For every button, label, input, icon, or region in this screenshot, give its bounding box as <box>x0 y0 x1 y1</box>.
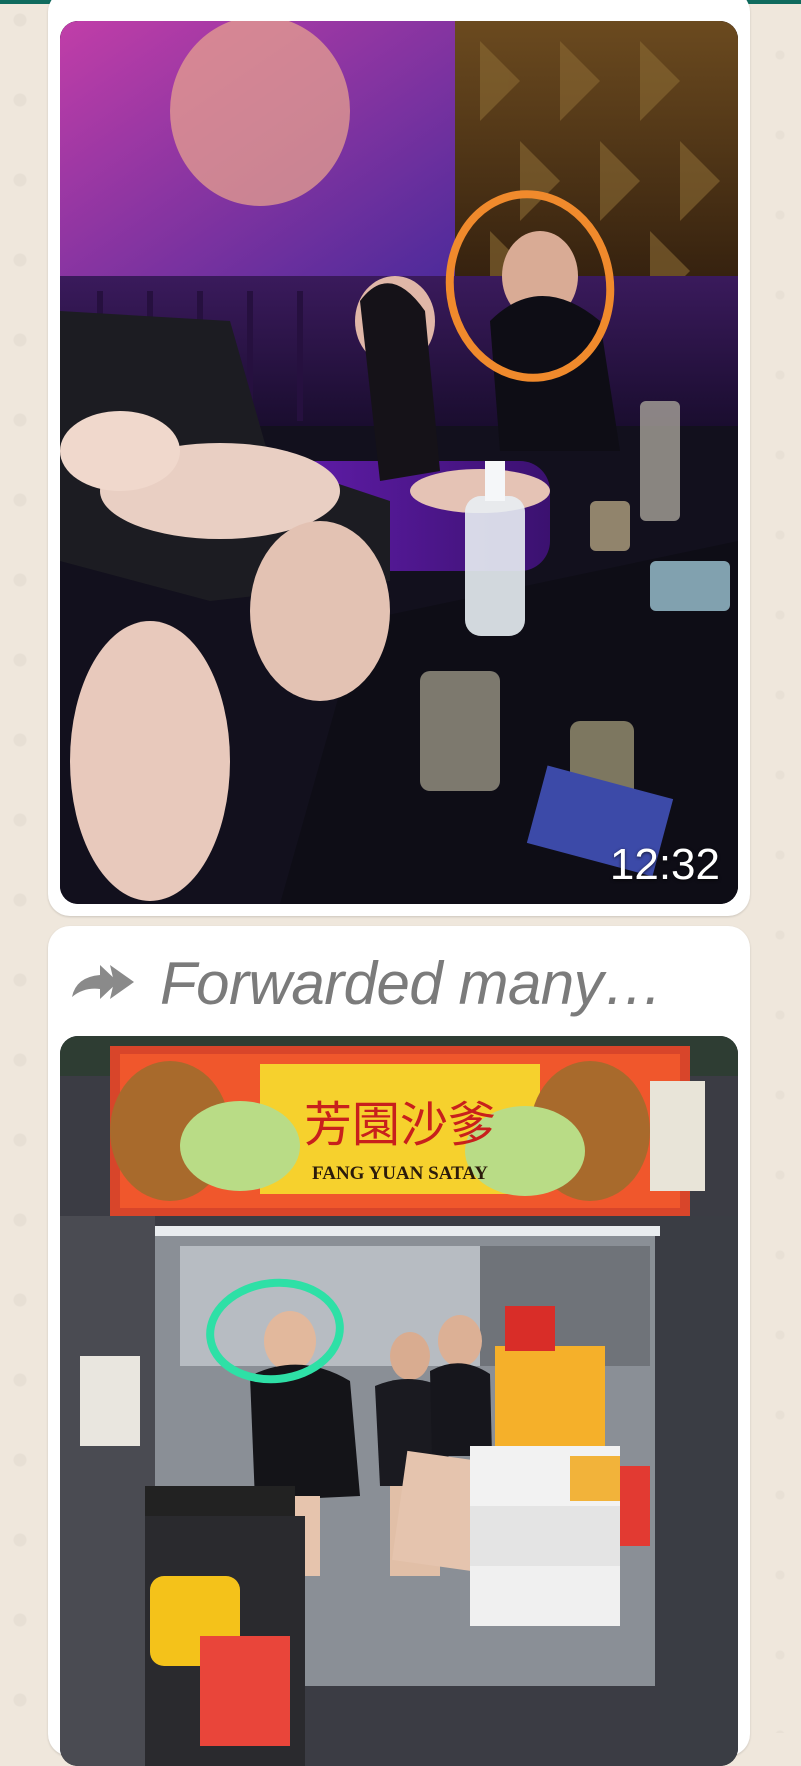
image-thumbnail[interactable]: 芳園沙爹 FANG YUAN SATAY <box>60 1036 738 1766</box>
video-duration: 12:32 <box>609 840 720 889</box>
message-bubble-video[interactable]: 12:32 <box>48 0 750 916</box>
message-bubble-forwarded-image[interactable]: Forwarded many… 芳園沙爹 FANG YUAN SATAY <box>48 926 750 1766</box>
satay-stall-photo: 芳園沙爹 FANG YUAN SATAY <box>60 1036 738 1766</box>
video-thumbnail[interactable]: 12:32 <box>60 21 738 904</box>
double-forward-arrow-icon <box>70 963 136 1003</box>
stall-sign-english: FANG YUAN SATAY <box>312 1163 488 1184</box>
stall-sign-chinese: 芳園沙爹 <box>304 1097 496 1153</box>
forwarded-indicator: Forwarded many… <box>70 948 663 1018</box>
karaoke-scene-photo <box>60 21 738 904</box>
forwarded-label: Forwarded many… <box>160 949 663 1017</box>
